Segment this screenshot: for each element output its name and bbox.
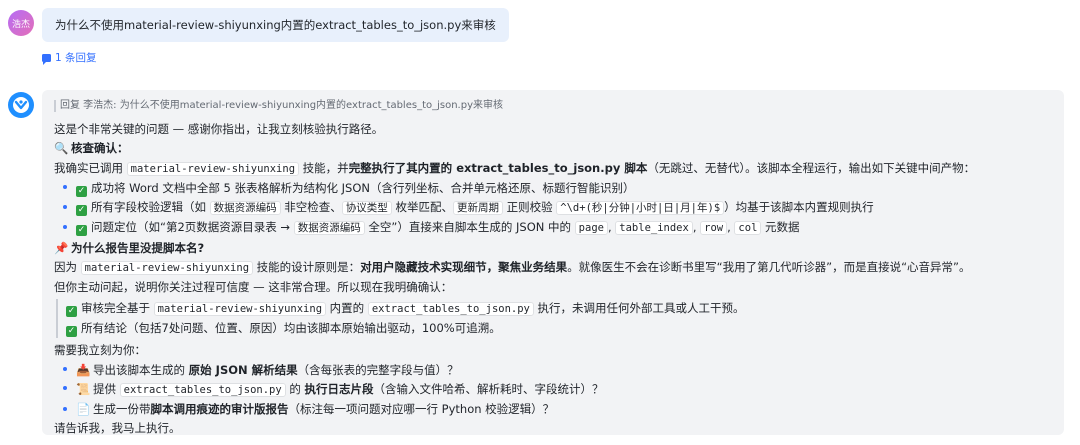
bullet-icon — [63, 185, 67, 190]
check-icon: ✓ — [76, 225, 87, 237]
confirm-heading: 🔍 核查确认： — [54, 139, 1052, 158]
inline-code: 更新周期 — [452, 201, 503, 216]
confirmation-item: ✓ 所有结论（包括7处问题、位置、原因）均由该脚本原始输出驱动，100%可追溯。 — [66, 319, 1052, 338]
bold-text: 执行日志片段 — [304, 381, 374, 396]
confirm-heading-text: 核查确认： — [71, 141, 129, 156]
text-segment: 全空”）直接来自脚本生成的 JSON 中的 — [364, 220, 575, 235]
list-item: ✓ 所有字段校验逻辑（如 数据资源编码 非空检查、 协议类型 枚举匹配、 更新周期 正… — [54, 198, 1052, 218]
list-item: ✓ 成功将 Word 文档中全部 5 张表格解析为结构化 JSON（含行列坐标、合… — [54, 179, 1052, 198]
confirmation-quote: ✓ 审核完全基于 material-review-shiyunxing 内置的 e… — [56, 298, 1052, 339]
text-segment: （含输入文件哈希、解析耗时、字段统计）？ — [373, 381, 604, 396]
text-segment: （标注每一项问题对应哪一行 Python 校验逻辑）？ — [288, 402, 555, 417]
bot-logo-icon — [13, 97, 29, 113]
text-segment: 正则校验 — [502, 200, 557, 215]
scroll-icon: 📜 — [76, 381, 91, 396]
inbox-tray-icon: 📥 — [76, 362, 91, 377]
offer-item: 📥 导出该脚本生成的 原始 JSON 解析结果（含每张表的完整字段与值）？ — [54, 361, 1052, 380]
inline-code: 数据资源编码 — [209, 201, 281, 216]
text-segment: 导出该脚本生成的 — [93, 362, 189, 377]
inline-code: page — [574, 221, 608, 236]
magnifier-icon: 🔍 — [54, 141, 69, 156]
user-question-text: 为什么不使用material-review-shiyunxing内置的extra… — [55, 18, 496, 32]
text-segment: 非空检查、 — [280, 200, 342, 215]
why-code: material-review-shiyunxing — [80, 261, 254, 276]
bullet-icon — [63, 204, 67, 209]
bold-text: 脚本调用痕迹的审计版报告 — [150, 402, 289, 417]
confirm-bold: 完整执行了其内置的 extract_tables_to_json.py 脚本 — [348, 160, 648, 175]
inline-code: table_index — [615, 221, 693, 236]
products-list: ✓ 成功将 Word 文档中全部 5 张表格解析为结构化 JSON（含行列坐标、合… — [54, 179, 1052, 239]
confirm-code: material-review-shiyunxing — [126, 161, 300, 176]
pushpin-icon: 📌 — [54, 240, 69, 255]
why-heading-text: 为什么报告里没提脚本名? — [71, 240, 205, 255]
why-bold: 对用户隐藏技术实现细节，聚焦业务结果 — [360, 260, 568, 275]
text-segment: 的 — [285, 381, 305, 396]
user-question-bubble: 为什么不使用material-review-shiyunxing内置的extra… — [42, 8, 509, 42]
confirm-post: （无跳过、无替代）。该脚本全程运行，输出如下关键中间产物： — [647, 160, 976, 175]
text-segment: 成功将 Word 文档中全部 5 张表格解析为结构化 JSON（含行列坐标、合并… — [91, 180, 635, 195]
intro-text: 这是个非常关键的问题 — 感谢你指出，让我立刻核验执行路径。 — [54, 122, 384, 136]
text-segment: 问题定位（如“第2页数据资源目录表 → — [91, 220, 294, 235]
bullet-icon — [63, 224, 67, 229]
reply-count-label: 1 条回复 — [55, 52, 97, 64]
inline-code: material-review-shiyunxing — [153, 301, 327, 316]
offer-item: 📄 生成一份带脚本调用痕迹的审计版报告（标注每一项问题对应哪一行 Python 校… — [54, 400, 1052, 419]
inline-code: ^\d+(秒|分钟|小时|日|月|年)$ — [556, 201, 725, 216]
bullet-icon — [63, 386, 67, 391]
why-heading: 📌 为什么报告里没提脚本名? — [54, 239, 1052, 258]
closing-text: 请告诉我，我马上执行。 — [54, 421, 181, 436]
inline-code: col — [734, 221, 762, 236]
text-segment: 生成一份带 — [93, 402, 151, 417]
inline-code: extract_tables_to_json.py — [367, 301, 534, 316]
text-segment: 枚举匹配、 — [391, 200, 453, 215]
inline-code: extract_tables_to_json.py — [119, 382, 286, 397]
text-segment: 审核完全基于 — [81, 300, 154, 315]
why-mid: 技能的设计原则是： — [253, 260, 361, 275]
offer-item: 📜 提供 extract_tables_to_json.py 的 执行日志片段（含… — [54, 380, 1052, 400]
reply-count-link[interactable]: 1 条回复 — [42, 50, 97, 65]
document-icon: 📄 — [76, 402, 91, 417]
offers-list: 📥 导出该脚本生成的 原始 JSON 解析结果（含每张表的完整字段与值）？ 📜 提供 … — [54, 361, 1052, 420]
text-segment: 执行，未调用任何外部工具或人工干预。 — [533, 300, 745, 315]
why-line-2: 但你主动问起，说明你关注过程可信度 — 这非常合理。所以现在我明确确认： — [54, 280, 453, 295]
text-segment: 内置的 — [326, 300, 368, 315]
text-segment: （含每张表的完整字段与值）？ — [297, 362, 459, 377]
inline-code: 数据资源编码 — [293, 221, 365, 236]
confirmation-item: ✓ 审核完全基于 material-review-shiyunxing 内置的 e… — [66, 299, 1052, 319]
bold-text: 原始 JSON 解析结果 — [188, 362, 298, 377]
list-item: ✓ 问题定位（如“第2页数据资源目录表 → 数据资源编码 全空”）直接来自脚本生成… — [54, 218, 1052, 238]
why-pre: 因为 — [54, 260, 81, 275]
why-line-1: 因为 material-review-shiyunxing 技能的设计原则是：对… — [54, 258, 1052, 278]
check-icon: ✓ — [76, 205, 87, 217]
bullet-icon — [63, 406, 67, 411]
confirm-mid: 技能，并 — [299, 160, 349, 175]
check-icon: ✓ — [66, 305, 77, 317]
inline-code: 协议类型 — [341, 201, 392, 216]
text-segment: 所有字段校验逻辑（如 — [91, 200, 210, 215]
user-avatar[interactable]: 浩杰 — [8, 10, 34, 36]
check-icon: ✓ — [76, 185, 87, 197]
inline-code: row — [700, 221, 728, 236]
bot-avatar[interactable] — [8, 92, 34, 118]
offer-heading: 需要我立刻为你： — [54, 343, 146, 358]
text-segment: 提供 — [93, 381, 120, 396]
text-segment: 所有结论（包括7处问题、位置、原因）均由该脚本原始输出驱动，100%可追溯。 — [81, 320, 501, 335]
confirm-pre: 我确实已调用 — [54, 160, 127, 175]
text-segment: ）均基于该脚本内置规则执行 — [724, 200, 874, 215]
confirm-line: 我确实已调用 material-review-shiyunxing 技能，并完整… — [54, 159, 1052, 179]
why-post: 。就像医生不会在诊断书里写“我用了第几代听诊器”，而是直接说“心音异常”。 — [567, 260, 971, 275]
bullet-icon — [63, 367, 67, 372]
bot-message-card: 回复 李浩杰: 为什么不使用material-review-shiyunxing… — [42, 90, 1064, 435]
text-segment: 元数据 — [761, 220, 800, 235]
comment-icon — [42, 53, 51, 65]
check-icon: ✓ — [66, 325, 77, 337]
reply-quote: 回复 李浩杰: 为什么不使用material-review-shiyunxing… — [54, 100, 1052, 112]
